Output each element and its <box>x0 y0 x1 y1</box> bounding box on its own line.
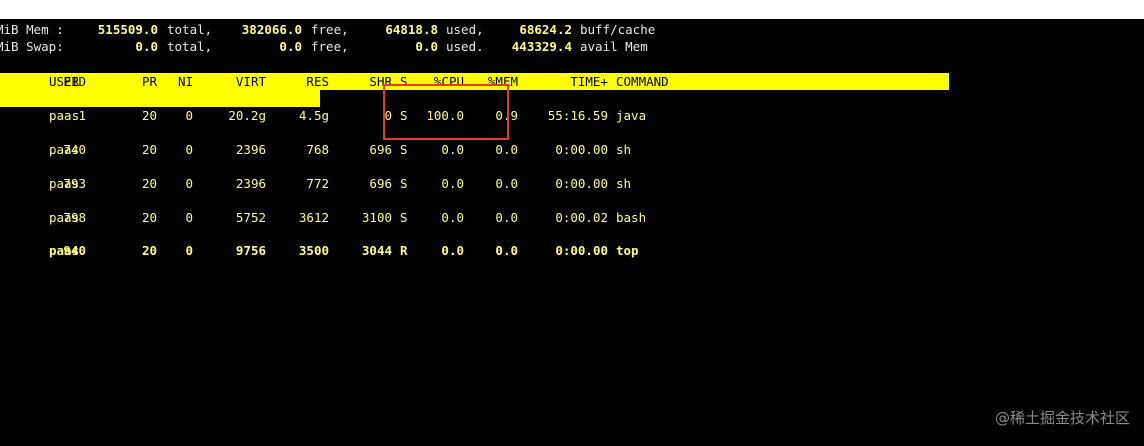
mem-used-label: used, <box>446 22 484 37</box>
cell-pr: 20 <box>141 210 157 225</box>
cell-cmd: top <box>616 243 639 258</box>
cell-virt: 9756 <box>235 243 266 258</box>
swap-total-value: 0.0 <box>135 39 158 54</box>
mem-total-value: 515509.0 <box>97 22 158 37</box>
swap-free-label: free, <box>311 39 349 54</box>
cell-pr: 20 <box>141 142 157 157</box>
cell-cmd: sh <box>616 142 632 157</box>
mem-prefix: MiB Mem : <box>0 22 64 37</box>
cell-mem: 0.0 <box>495 210 518 225</box>
column-header-bar-extension <box>0 90 320 107</box>
cell-pr: 20 <box>141 108 157 123</box>
cell-res: 768 <box>306 142 329 157</box>
cell-shr: 696 <box>369 142 392 157</box>
cell-cmd: sh <box>616 176 632 191</box>
mem-used-value: 64818.8 <box>385 22 438 37</box>
cell-pr: 20 <box>141 176 157 191</box>
cell-ni: 0 <box>185 108 193 123</box>
cell-virt: 5752 <box>235 210 266 225</box>
swap-avail-label: avail Mem <box>580 39 648 54</box>
cell-ni: 0 <box>185 210 193 225</box>
cell-time: 0:00.02 <box>555 210 608 225</box>
cell-user: paas <box>49 142 80 157</box>
cell-shr: 3044 <box>361 243 392 258</box>
window-top-strip <box>0 0 1144 19</box>
cell-time: 0:00.00 <box>555 142 608 157</box>
cell-virt: 20.2g <box>228 108 266 123</box>
cell-res: 3612 <box>298 210 329 225</box>
column-header-user[interactable]: USER <box>49 75 109 89</box>
cell-user: paas <box>49 210 80 225</box>
cell-ni: 0 <box>185 142 193 157</box>
cell-cpu: 0.0 <box>441 243 464 258</box>
mem-free-value: 382066.0 <box>241 22 302 37</box>
cell-res: 3500 <box>298 243 329 258</box>
swap-used-value: 0.0 <box>415 39 438 54</box>
watermark: @稀土掘金技术社区 <box>994 409 1130 427</box>
cell-shr: 3100 <box>361 210 392 225</box>
mem-cache-label: buff/cache <box>580 22 656 37</box>
cell-ni: 0 <box>185 243 193 258</box>
cell-cmd: java <box>616 108 647 123</box>
swap-total-label: total, <box>167 39 213 54</box>
mem-cache-value: 68624.2 <box>519 22 572 37</box>
mem-total-label: total, <box>167 22 213 37</box>
cell-cpu: 0.0 <box>441 142 464 157</box>
cell-cmd: bash <box>616 210 647 225</box>
column-header-time[interactable]: TIME+ <box>525 75 608 89</box>
cell-user: paas <box>49 108 80 123</box>
cell-mem: 0.0 <box>495 142 518 157</box>
cell-mem: 0.0 <box>495 176 518 191</box>
column-header-cmd[interactable]: COMMAND <box>616 75 706 89</box>
swap-prefix: MiB Swap: <box>0 39 64 54</box>
swap-free-value: 0.0 <box>279 39 302 54</box>
column-header-res[interactable]: RES <box>270 75 329 89</box>
column-header-ni[interactable]: NI <box>160 75 193 89</box>
cell-cpu: 0.0 <box>441 176 464 191</box>
cell-pr: 20 <box>141 243 157 258</box>
cell-user: paas <box>49 176 80 191</box>
cell-time: 0:00.00 <box>555 176 608 191</box>
swap-avail-value: 443329.4 <box>511 39 572 54</box>
cell-cpu: 0.0 <box>441 210 464 225</box>
cell-time: 55:16.59 <box>547 108 608 123</box>
cell-virt: 2396 <box>235 142 266 157</box>
column-header-virt[interactable]: VIRT <box>196 75 266 89</box>
swap-used-label: used. <box>446 39 484 54</box>
cell-res: 772 <box>306 176 329 191</box>
cell-time: 0:00.00 <box>555 243 608 258</box>
mem-free-label: free, <box>311 22 349 37</box>
cell-ni: 0 <box>185 176 193 191</box>
cell-virt: 2396 <box>235 176 266 191</box>
cpu-highlight-box <box>383 84 509 140</box>
cell-user: paas <box>49 243 80 258</box>
cell-mem: 0.0 <box>495 243 518 258</box>
column-header-pr[interactable]: PR <box>118 75 157 89</box>
cell-shr: 696 <box>369 176 392 191</box>
cell-res: 4.5g <box>298 108 329 123</box>
